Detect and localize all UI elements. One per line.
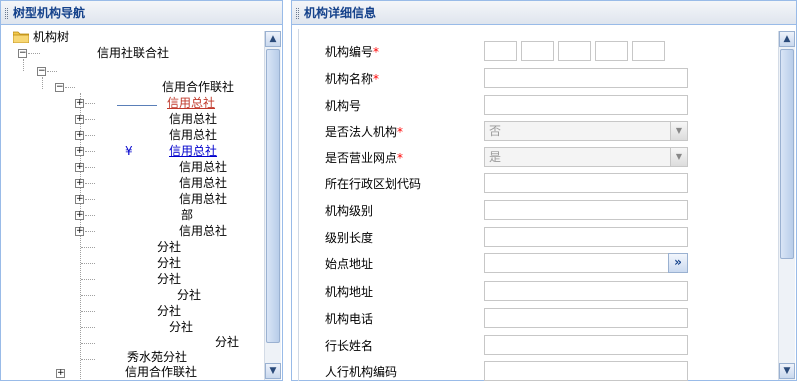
president-name-label: 行长姓名 bbox=[325, 339, 374, 353]
start-address-field[interactable]: » bbox=[484, 253, 688, 273]
collapse-icon[interactable]: − bbox=[18, 49, 27, 58]
tree-scrollbar[interactable]: ▲ ▼ bbox=[264, 31, 281, 380]
tree-node[interactable]: 信用总社 bbox=[169, 111, 217, 127]
tree-node[interactable]: 信用总社 bbox=[179, 159, 227, 175]
expand-icon[interactable]: + bbox=[75, 195, 84, 204]
detail-panel: 机构详细信息 机构编号* 机构名称* 机构号 是否法人机构* 否 ▼ 是否营业网… bbox=[291, 0, 797, 381]
tree-node[interactable]: 信用合作联社 bbox=[162, 79, 234, 95]
scroll-thumb[interactable] bbox=[266, 49, 280, 343]
org-address-label: 机构地址 bbox=[325, 285, 374, 299]
detail-scrollbar[interactable]: ▲ ▼ bbox=[778, 31, 795, 380]
expand-icon[interactable]: + bbox=[75, 147, 84, 156]
org-id-label: 机构编号 bbox=[325, 45, 374, 59]
business-outlet-select[interactable]: 是 ▼ bbox=[484, 147, 688, 167]
scroll-thumb[interactable] bbox=[780, 49, 794, 259]
chevron-down-icon[interactable]: ▼ bbox=[670, 122, 687, 140]
org-id-segment[interactable] bbox=[558, 41, 591, 61]
expand-icon[interactable]: + bbox=[75, 115, 84, 124]
tree-panel-title: 树型机构导航 bbox=[13, 6, 86, 20]
scroll-up-icon[interactable]: ▲ bbox=[779, 31, 795, 47]
legal-entity-value: 否 bbox=[489, 124, 502, 138]
org-id-segment[interactable] bbox=[521, 41, 554, 61]
org-level-field[interactable] bbox=[484, 200, 688, 220]
tree-leaf[interactable]: 分社 bbox=[157, 303, 181, 319]
org-tree: 机构树 − 信用社联合社 − − 信用合作联社 + 信用总社 + 信用总社 + … bbox=[7, 29, 261, 379]
tree-node[interactable]: 信用总社 bbox=[179, 191, 227, 207]
tree-node[interactable]: 信用总社 bbox=[179, 175, 227, 191]
org-name-field[interactable] bbox=[484, 68, 688, 88]
expand-icon[interactable]: + bbox=[75, 179, 84, 188]
pboc-code-field[interactable] bbox=[484, 361, 688, 381]
tree-node[interactable]: 信用社联合社 bbox=[97, 45, 169, 61]
legal-entity-label: 是否法人机构 bbox=[325, 125, 398, 139]
legal-entity-select[interactable]: 否 ▼ bbox=[484, 121, 688, 141]
business-outlet-value: 是 bbox=[489, 150, 502, 164]
org-phone-label: 机构电话 bbox=[325, 312, 374, 326]
collapse-icon[interactable]: − bbox=[55, 83, 64, 92]
expand-icon[interactable]: + bbox=[75, 99, 84, 108]
scroll-up-icon[interactable]: ▲ bbox=[265, 31, 281, 47]
start-address-label: 始点地址 bbox=[325, 257, 374, 271]
org-name-label: 机构名称 bbox=[325, 72, 374, 86]
detail-panel-title: 机构详细信息 bbox=[304, 6, 377, 20]
expand-icon[interactable]: + bbox=[75, 227, 84, 236]
tree-navigation-panel: 树型机构导航 机构树 − 信用社联合社 − − 信用合作联社 + 信用总社 + … bbox=[0, 0, 283, 381]
tree-node-selected[interactable]: 信用总社 bbox=[167, 95, 216, 111]
tree-leaf[interactable]: 秀水苑分社 bbox=[127, 349, 187, 365]
tree-node[interactable]: 信用合作联社 bbox=[125, 364, 197, 379]
org-id-segment[interactable] bbox=[632, 41, 665, 61]
tree-root-label: 机构树 bbox=[33, 30, 70, 44]
president-name-field[interactable] bbox=[484, 335, 688, 355]
tree-leaf[interactable]: 分社 bbox=[177, 287, 201, 303]
tree-leaf[interactable]: 分社 bbox=[157, 239, 181, 255]
tree-leaf[interactable]: 分社 bbox=[169, 319, 193, 335]
tree-node-link[interactable]: ¥ 信用总社 bbox=[125, 143, 261, 159]
tree-leaf[interactable]: 分社 bbox=[157, 271, 181, 287]
scroll-down-icon[interactable]: ▼ bbox=[779, 363, 795, 379]
tree-node[interactable]: 部 bbox=[181, 207, 193, 223]
tree-leaf[interactable]: 分社 bbox=[157, 255, 181, 271]
pboc-code-label: 人行机构编码 bbox=[325, 365, 398, 379]
tree-leaf[interactable]: 分社 bbox=[215, 334, 239, 350]
org-number-field[interactable] bbox=[484, 95, 688, 115]
grip-icon bbox=[296, 8, 299, 19]
level-length-label: 级别长度 bbox=[325, 231, 374, 245]
tree-root[interactable]: 机构树 bbox=[13, 29, 103, 45]
expand-icon[interactable]: + bbox=[75, 131, 84, 140]
business-outlet-label: 是否营业网点 bbox=[325, 151, 398, 165]
org-id-segment[interactable] bbox=[595, 41, 628, 61]
detail-panel-header: 机构详细信息 bbox=[292, 1, 796, 25]
detail-form: 机构编号* 机构名称* 机构号 是否法人机构* 否 ▼ 是否营业网点* 是 ▼ … bbox=[298, 29, 778, 381]
region-code-label: 所在行政区划代码 bbox=[325, 177, 422, 191]
tree-node[interactable]: 信用总社 bbox=[169, 127, 217, 143]
org-phone-field[interactable] bbox=[484, 308, 688, 328]
org-id-segment[interactable] bbox=[484, 41, 517, 61]
org-address-field[interactable] bbox=[484, 281, 688, 301]
expand-icon[interactable]: + bbox=[56, 369, 65, 378]
tree-node[interactable]: 信用总社 bbox=[179, 223, 227, 239]
org-level-label: 机构级别 bbox=[325, 204, 374, 218]
org-number-label: 机构号 bbox=[325, 99, 362, 113]
grip-icon bbox=[5, 8, 8, 19]
tree-node-label: 信用合作联社 bbox=[162, 80, 235, 94]
folder-icon bbox=[13, 31, 29, 43]
double-arrow-icon[interactable]: » bbox=[668, 253, 688, 273]
collapse-icon[interactable]: − bbox=[37, 67, 46, 76]
tree-node-label: 信用社联合社 bbox=[97, 46, 170, 60]
scroll-down-icon[interactable]: ▼ bbox=[265, 363, 281, 379]
chevron-down-icon[interactable]: ▼ bbox=[670, 148, 687, 166]
tree-panel-header: 树型机构导航 bbox=[1, 1, 282, 25]
expand-icon[interactable]: + bbox=[75, 211, 84, 220]
level-length-field[interactable] bbox=[484, 227, 688, 247]
expand-icon[interactable]: + bbox=[75, 163, 84, 172]
region-code-field[interactable] bbox=[484, 173, 688, 193]
